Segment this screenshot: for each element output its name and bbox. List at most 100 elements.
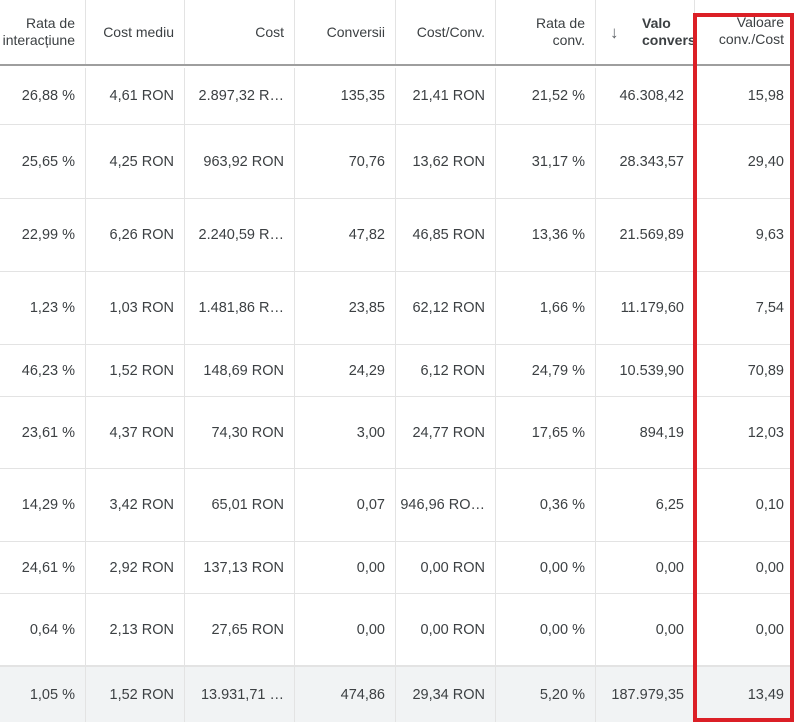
cell-conv-value: 21.569,89 [596,199,695,271]
table-row[interactable]: 24,61 % 2,92 RON 137,13 RON 0,00 0,00 RO… [0,542,794,594]
cell-conv-rate: 21,52 % [496,68,596,124]
cell-cost: 2.897,32 R… [185,68,295,124]
cell-interaction-rate: 1,23 % [0,272,86,344]
cell-conv-value-per-cost: 0,00 [755,559,784,576]
cell-avg-cost: 4,61 RON [86,68,185,124]
cell-conv-rate: 0,00 % [496,594,596,665]
cell-conv-value-per-cost: 0,10 [755,497,784,513]
cell-cost-per-conv: 24,77 RON [396,397,496,468]
cell-conv-value-per-cost: 0,00 [755,621,784,638]
column-header-label: Cost/Conv. [416,23,485,40]
column-header-conv-rate[interactable]: Rata de conv. [496,0,596,64]
cell-conv-value: 11.179,60 [596,272,695,344]
cell-conv-value-per-cost: 12,03 [747,424,784,441]
cell-avg-cost: 6,26 RON [86,199,185,271]
cell-conv-value: 46.308,42 [596,68,695,124]
table-row[interactable]: 1,23 % 1,03 RON 1.481,86 R… 23,85 62,12 … [0,272,794,345]
table-row[interactable]: 23,61 % 4,37 RON 74,30 RON 3,00 24,77 RO… [0,397,794,469]
cell-avg-cost: 4,37 RON [86,397,185,468]
cell-interaction-rate: 46,23 % [0,345,86,396]
cell-conv-rate: 0,00 % [496,542,596,593]
total-interaction-rate: 1,05 % [0,667,86,722]
cell-cost-per-conv: 0,00 RON [396,594,496,665]
cell-conversions: 70,76 [295,125,396,198]
cell-conversions: 3,00 [295,397,396,468]
cell-conv-rate: 13,36 % [496,199,596,271]
total-conv-value: 187.979,35 [596,667,695,722]
cell-avg-cost: 3,42 RON [86,469,185,541]
cell-conversions: 135,35 [295,68,396,124]
cell-cost: 65,01 RON [185,469,295,541]
cell-conv-value: 6,25 [596,469,695,541]
column-header-label: Valo convers [642,15,695,48]
total-cost: 13.931,71 … [185,667,295,722]
table-row[interactable]: 14,29 % 3,42 RON 65,01 RON 0,07 946,96 R… [0,469,794,542]
cell-cost-per-conv: 946,96 RO… [396,469,496,541]
cell-conv-rate: 24,79 % [496,345,596,396]
cell-conv-rate: 1,66 % [496,272,596,344]
table-row[interactable]: 25,65 % 4,25 RON 963,92 RON 70,76 13,62 … [0,125,794,199]
cell-conversions: 0,07 [295,469,396,541]
column-header-avg-cost[interactable]: Cost mediu [86,0,185,64]
cell-conv-rate: 17,65 % [496,397,596,468]
arrow-down-icon[interactable]: ↓ [610,24,619,41]
cell-conv-value: 28.343,57 [596,125,695,198]
cell-conv-value: 0,00 [596,594,695,665]
cell-interaction-rate: 0,64 % [0,594,86,665]
cell-cost-per-conv: 62,12 RON [396,272,496,344]
cell-conv-value-per-cost: 29,40 [747,153,784,170]
cell-conversions: 47,82 [295,199,396,271]
cell-conv-rate: 0,36 % [496,469,596,541]
total-conversions: 474,86 [295,667,396,722]
cell-conv-value: 10.539,90 [596,345,695,396]
cell-conversions: 0,00 [295,594,396,665]
cell-cost: 137,13 RON [185,542,295,593]
cell-avg-cost: 1,52 RON [86,345,185,396]
column-header-label: Conversii [326,23,385,40]
total-avg-cost: 1,52 RON [86,667,185,722]
cell-cost: 963,92 RON [185,125,295,198]
totals-row: 1,05 % 1,52 RON 13.931,71 … 474,86 29,34… [0,666,794,722]
column-header-conv-value[interactable]: ↓ Valo convers [596,0,695,64]
cell-conv-value-per-cost: 15,98 [747,88,784,104]
column-header-label: Cost [255,23,284,40]
cell-conv-value: 894,19 [596,397,695,468]
cell-conv-value-per-cost: 9,63 [755,227,784,243]
cell-cost: 27,65 RON [185,594,295,665]
cell-avg-cost: 2,13 RON [86,594,185,665]
table-row[interactable]: 46,23 % 1,52 RON 148,69 RON 24,29 6,12 R… [0,345,794,397]
column-header-label: Cost mediu [103,23,174,40]
column-header-label: Rata de conv. [535,15,585,48]
cell-conversions: 0,00 [295,542,396,593]
cell-interaction-rate: 23,61 % [0,397,86,468]
cell-cost-per-conv: 6,12 RON [396,345,496,396]
table-row[interactable]: 22,99 % 6,26 RON 2.240,59 R… 47,82 46,85… [0,199,794,272]
table-header: Rata de interacțiune Cost mediu Cost Con… [0,0,794,66]
column-header-conversions[interactable]: Conversii [295,0,396,64]
column-header-cost-per-conv[interactable]: Cost/Conv. [396,0,496,64]
table-row[interactable]: 0,64 % 2,13 RON 27,65 RON 0,00 0,00 RON … [0,594,794,666]
cell-cost-per-conv: 46,85 RON [396,199,496,271]
cell-cost-per-conv: 13,62 RON [396,125,496,198]
column-header-cost[interactable]: Cost [185,0,295,64]
cell-conv-value: 0,00 [596,542,695,593]
table-row[interactable]: 26,88 % 4,61 RON 2.897,32 R… 135,35 21,4… [0,68,794,125]
total-conv-value-per-cost: 13,49 [747,686,784,703]
cell-avg-cost: 4,25 RON [86,125,185,198]
cell-conversions: 23,85 [295,272,396,344]
cell-cost: 148,69 RON [185,345,295,396]
cell-interaction-rate: 24,61 % [0,542,86,593]
cell-avg-cost: 1,03 RON [86,272,185,344]
cell-conv-value-per-cost: 70,89 [747,362,784,379]
cell-interaction-rate: 25,65 % [0,125,86,198]
cell-cost: 74,30 RON [185,397,295,468]
total-cost-per-conv: 29,34 RON [396,667,496,722]
cell-interaction-rate: 22,99 % [0,199,86,271]
column-header-interaction-rate[interactable]: Rata de interacțiune [0,0,86,64]
column-header-conv-value-per-cost[interactable]: Valoare conv./Cost [695,0,794,64]
cell-interaction-rate: 14,29 % [0,469,86,541]
cell-cost: 2.240,59 R… [185,199,295,271]
cell-conv-rate: 31,17 % [496,125,596,198]
cell-cost: 1.481,86 R… [185,272,295,344]
data-table: Rata de interacțiune Cost mediu Cost Con… [0,0,794,722]
